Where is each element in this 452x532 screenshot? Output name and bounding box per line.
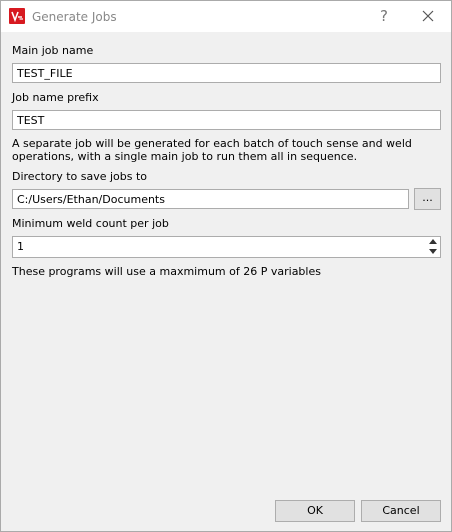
- main-job-name-label: Main job name: [12, 44, 94, 57]
- generate-jobs-dialog: Generate Jobs ? Main job name Job name p…: [0, 0, 452, 532]
- title-bar[interactable]: Generate Jobs ?: [1, 1, 451, 32]
- window-title: Generate Jobs: [32, 10, 117, 24]
- ok-button[interactable]: OK: [275, 500, 355, 522]
- close-icon[interactable]: [421, 9, 435, 23]
- help-icon[interactable]: ?: [377, 7, 391, 25]
- min-weld-count-spinbox[interactable]: 1: [12, 236, 441, 258]
- app-logo-icon: [9, 8, 25, 24]
- min-weld-count-value[interactable]: 1: [17, 237, 24, 257]
- main-job-name-field[interactable]: [12, 63, 441, 83]
- spin-up-icon[interactable]: [426, 237, 440, 247]
- browse-button[interactable]: ...: [414, 188, 441, 210]
- job-name-prefix-label: Job name prefix: [12, 91, 99, 104]
- spin-down-icon[interactable]: [426, 247, 440, 257]
- min-weld-count-label: Minimum weld count per job: [12, 217, 169, 230]
- directory-label: Directory to save jobs to: [12, 170, 148, 183]
- p-variables-note: These programs will use a maxmimum of 26…: [12, 265, 321, 278]
- directory-field[interactable]: [12, 189, 409, 209]
- spin-buttons: [426, 237, 440, 257]
- info-text: A separate job will be generated for eac…: [12, 137, 412, 163]
- job-name-prefix-field[interactable]: [12, 110, 441, 130]
- cancel-button[interactable]: Cancel: [361, 500, 441, 522]
